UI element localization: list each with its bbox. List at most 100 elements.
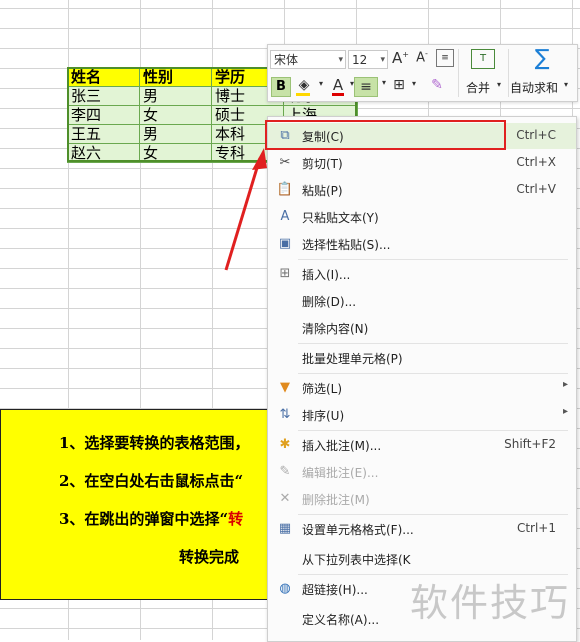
chevron-down-icon[interactable]: ▾: [379, 78, 389, 87]
highlight-box: [265, 120, 506, 150]
menu-item-batch[interactable]: 批量处理单元格(P): [268, 345, 576, 371]
menu-item-label: 插入批注(M)...: [302, 439, 382, 453]
menu-item-label: 从下拉列表中选择(K: [302, 553, 411, 567]
menu-divider: [298, 259, 568, 260]
menu-divider: [298, 373, 568, 374]
paste-special-icon: ▣: [278, 236, 292, 251]
merge-button[interactable]: 合并: [466, 79, 490, 96]
decrease-font-icon[interactable]: A-: [414, 49, 430, 65]
menu-item-label: 删除批注(M): [302, 493, 370, 507]
menu-item-label: 批量处理单元格(P): [302, 352, 403, 366]
menu-item-delete-comment[interactable]: ✕ 删除批注(M): [268, 486, 576, 512]
chevron-right-icon: ▸: [562, 379, 568, 390]
menu-item-label: 插入(I)...: [302, 268, 351, 282]
menu-item-shortcut: Shift+F2: [504, 437, 556, 451]
instruction-line-3: 3、在跳出的弹窗中选择“转: [59, 508, 243, 529]
context-menu: ⧉ 复制(C) Ctrl+C ✂ 剪切(T) Ctrl+X 📋 粘贴(P) Ctrl+V A…: [267, 116, 577, 642]
menu-item-label: 排序(U): [302, 409, 345, 423]
fill-color-icon[interactable]: ◈: [294, 77, 314, 96]
font-size-value: 12: [352, 53, 368, 67]
table-cell[interactable]: 男: [139, 124, 212, 144]
wrap-text-icon[interactable]: ≡: [436, 49, 454, 67]
menu-item-paste-text[interactable]: A 只粘贴文本(Y): [268, 204, 576, 230]
menu-item-label: 删除(D)...: [302, 295, 357, 309]
autosum-button[interactable]: 自动求和: [510, 79, 558, 96]
instruction-line-3-text: 3、在跳出的弹窗中选择“: [59, 510, 229, 528]
insert-icon: ⊞: [279, 266, 291, 281]
borders-icon[interactable]: ⊞: [390, 77, 408, 93]
scissors-icon: ✂: [279, 155, 291, 170]
menu-item-sort[interactable]: ⇅ 排序(U) ▸: [268, 402, 576, 428]
chevron-down-icon[interactable]: ▾: [561, 80, 571, 89]
menu-item-label: 选择性粘贴(S)...: [302, 238, 391, 252]
watermark: 软件技巧: [410, 581, 571, 625]
menu-item-label: 定义名称(A)...: [302, 613, 380, 627]
menu-item-label: 超链接(H)...: [302, 583, 368, 597]
menu-item-shortcut: Ctrl+X: [516, 155, 556, 169]
format-cells-icon: ▦: [278, 521, 292, 536]
table-cell[interactable]: 赵六: [67, 143, 140, 163]
chevron-down-icon[interactable]: ▾: [409, 79, 419, 88]
filter-icon: ▼: [280, 380, 290, 395]
font-size-select[interactable]: 12 ▾: [348, 50, 388, 69]
instruction-box: 1、选择要转换的表格范围， 2、在空白处右击鼠标点击“ 3、在跳出的弹窗中选择“…: [0, 409, 290, 600]
menu-item-shortcut: Ctrl+V: [516, 182, 556, 196]
table-cell[interactable]: 李四: [67, 105, 140, 125]
menu-item-delete[interactable]: 删除(D)...: [268, 288, 576, 314]
paste-icon: 📋: [276, 182, 294, 197]
menu-item-label: 设置单元格格式(F)...: [302, 523, 414, 537]
header-cell[interactable]: 姓名: [67, 67, 140, 87]
menu-item-insert-comment[interactable]: ✱ 插入批注(M)... Shift+F2: [268, 432, 576, 458]
toolbar-divider: [508, 49, 509, 97]
menu-item-cut[interactable]: ✂ 剪切(T) Ctrl+X: [268, 150, 576, 176]
menu-item-filter[interactable]: ▼ 筛选(L) ▸: [268, 375, 576, 401]
table-cell[interactable]: 女: [139, 105, 212, 125]
table-cell[interactable]: 女: [139, 143, 212, 163]
menu-divider: [298, 514, 568, 515]
menu-item-label: 粘贴(P): [302, 184, 343, 198]
table-cell[interactable]: 男: [139, 86, 212, 106]
font-family-select[interactable]: 宋体 ▾: [270, 50, 346, 69]
align-center-icon[interactable]: ≡: [354, 77, 378, 97]
menu-item-shortcut: Ctrl+1: [516, 521, 556, 535]
chevron-right-icon: ▸: [562, 406, 568, 417]
menu-divider: [298, 430, 568, 431]
menu-item-shortcut: Ctrl+C: [516, 128, 556, 142]
comment-add-icon: ✱: [279, 437, 291, 452]
chevron-down-icon[interactable]: ▾: [316, 79, 326, 88]
autosum-icon[interactable]: ∑: [530, 46, 554, 71]
header-cell[interactable]: 性别: [139, 67, 212, 87]
chevron-down-icon[interactable]: ▾: [494, 80, 504, 89]
mini-toolbar: 宋体 ▾ 12 ▾ A+ A- ≡ B ◈ ▾ A ▾ ≡ ▾ ⊞ ▾ ✎ T 合并…: [267, 44, 578, 102]
increase-font-icon[interactable]: A+: [392, 49, 409, 67]
menu-item-paste[interactable]: 📋 粘贴(P) Ctrl+V: [268, 177, 576, 203]
bold-button[interactable]: B: [271, 77, 291, 97]
menu-item-label: 筛选(L): [302, 382, 343, 396]
font-color-icon[interactable]: A: [330, 76, 346, 96]
instruction-line-3-highlight: 转: [228, 510, 244, 528]
menu-divider: [298, 343, 568, 344]
chevron-down-icon: ▾: [380, 55, 385, 65]
instruction-line-1: 1、选择要转换的表格范围，: [59, 434, 250, 452]
menu-item-label: 清除内容(N): [302, 322, 369, 336]
menu-item-insert[interactable]: ⊞ 插入(I)...: [268, 261, 576, 287]
menu-item-label: 剪切(T): [302, 157, 343, 171]
hyperlink-icon: ◍: [279, 581, 291, 596]
menu-item-label: 编辑批注(E)...: [302, 466, 379, 480]
instruction-line-2: 2、在空白处右击鼠标点击“: [59, 472, 244, 490]
table-cell[interactable]: 张三: [67, 86, 140, 106]
paste-text-icon: A: [280, 209, 290, 224]
menu-item-clear[interactable]: 清除内容(N): [268, 315, 576, 341]
menu-item-paste-special[interactable]: ▣ 选择性粘贴(S)...: [268, 231, 576, 257]
menu-item-label: 只粘贴文本(Y): [302, 211, 379, 225]
table-cell[interactable]: 王五: [67, 124, 140, 144]
format-painter-icon[interactable]: ✎: [428, 77, 446, 93]
merge-cells-icon[interactable]: T: [471, 49, 495, 69]
menu-item-edit-comment[interactable]: ✎ 编辑批注(E)...: [268, 459, 576, 485]
menu-item-pick-from-list[interactable]: 从下拉列表中选择(K: [268, 546, 576, 572]
comment-delete-icon: ✕: [279, 491, 291, 506]
instruction-line-4: 转换完成: [179, 548, 240, 566]
sort-icon: ⇅: [279, 407, 291, 422]
font-family-value: 宋体: [274, 53, 299, 67]
menu-item-format-cells[interactable]: ▦ 设置单元格格式(F)... Ctrl+1: [268, 516, 576, 542]
